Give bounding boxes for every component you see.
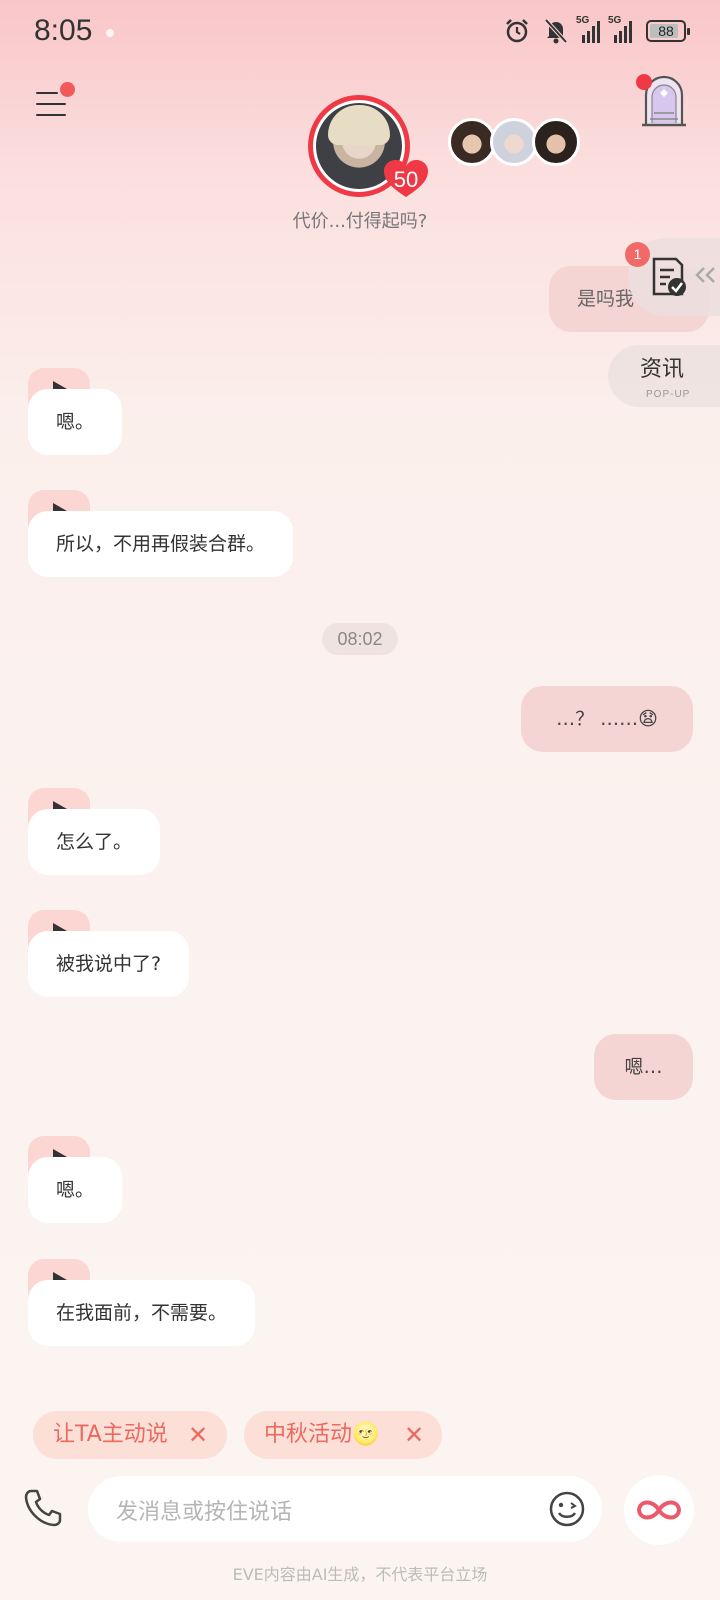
ai-disclaimer: EVE内容由AI生成，不代表平台立场 bbox=[232, 1565, 488, 1584]
task-check-icon bbox=[652, 257, 686, 296]
chat-bubble-self[interactable]: 嗯… bbox=[594, 1034, 693, 1100]
group-avatar bbox=[490, 118, 538, 166]
battery-icon: 88 bbox=[646, 20, 690, 42]
message-text: 所以，不用再假装合群。 bbox=[56, 533, 266, 555]
chat-bubble-character[interactable]: 被我说中了? bbox=[28, 931, 190, 997]
message-text: 嗯。 bbox=[56, 411, 95, 433]
message-text: 嗯。 bbox=[56, 1179, 95, 1201]
chat-bubble-self[interactable]: …？ ……😧 bbox=[521, 686, 693, 752]
chat-bubble-character[interactable]: 嗯。 bbox=[28, 389, 123, 455]
message-text: …？ ……😧 bbox=[556, 708, 658, 730]
quick-chip[interactable]: 中秋活动🌝 ✕ bbox=[244, 1411, 442, 1459]
alarm-icon bbox=[506, 19, 528, 43]
menu-notification-badge bbox=[60, 82, 75, 97]
message-timestamp: 08:02 bbox=[322, 623, 398, 655]
chip-label: 让TA主动说 bbox=[53, 1422, 168, 1447]
intimacy-level-badge: 50 bbox=[383, 159, 429, 199]
close-icon[interactable]: ✕ bbox=[404, 1411, 424, 1459]
character-tagline: 代价...付得起吗? bbox=[292, 211, 428, 232]
group-avatar bbox=[532, 118, 580, 166]
notification-dot-icon bbox=[106, 29, 114, 37]
phone-call-icon[interactable] bbox=[22, 1487, 64, 1529]
mute-bell-icon bbox=[544, 18, 568, 44]
status-bar: 8:05 5G 5G 88 bbox=[0, 0, 720, 64]
message-input[interactable]: 发消息或按住说话 bbox=[88, 1476, 602, 1542]
status-icons: 5G 5G 88 bbox=[504, 15, 690, 44]
task-badge-count: 1 bbox=[625, 242, 650, 267]
chat-bubble-character[interactable]: 怎么了。 bbox=[28, 809, 161, 875]
infinity-icon bbox=[636, 1500, 682, 1520]
chevron-left-icon bbox=[695, 267, 715, 283]
message-text: 是吗我 bbox=[577, 288, 635, 310]
group-avatar bbox=[448, 118, 496, 166]
message-text: 在我面前，不需要。 bbox=[56, 1302, 228, 1324]
chat-bubble-character[interactable]: 所以，不用再假装合群。 bbox=[28, 511, 294, 577]
news-title: 资讯 bbox=[640, 357, 685, 382]
news-subtitle: POP-UP bbox=[646, 389, 691, 400]
close-icon[interactable]: ✕ bbox=[188, 1411, 208, 1459]
signal-icon: 5G bbox=[608, 15, 632, 43]
ai-infinity-button[interactable] bbox=[624, 1475, 694, 1545]
input-placeholder: 发消息或按住说话 bbox=[116, 1500, 293, 1525]
battery-level: 88 bbox=[658, 23, 674, 39]
message-text: 嗯… bbox=[624, 1056, 663, 1078]
door-notification-badge bbox=[636, 74, 652, 90]
news-popup-button[interactable]: 资讯 POP-UP bbox=[608, 345, 720, 407]
chip-label: 中秋活动🌝 bbox=[264, 1422, 380, 1447]
level-value: 50 bbox=[393, 167, 419, 192]
signal-icon: 5G bbox=[576, 15, 600, 43]
emoji-icon[interactable] bbox=[548, 1490, 586, 1528]
network-label: 5G bbox=[576, 15, 590, 26]
status-time: 8:05 bbox=[34, 14, 93, 47]
group-avatars[interactable] bbox=[448, 118, 580, 166]
quick-chip[interactable]: 让TA主动说 ✕ bbox=[33, 1411, 227, 1459]
message-text: 怎么了。 bbox=[56, 831, 133, 853]
network-label: 5G bbox=[608, 15, 622, 26]
message-text: 被我说中了? bbox=[56, 953, 162, 975]
chat-bubble-character[interactable]: 嗯。 bbox=[28, 1157, 123, 1223]
chat-bubble-character[interactable]: 在我面前，不需要。 bbox=[28, 1280, 256, 1346]
